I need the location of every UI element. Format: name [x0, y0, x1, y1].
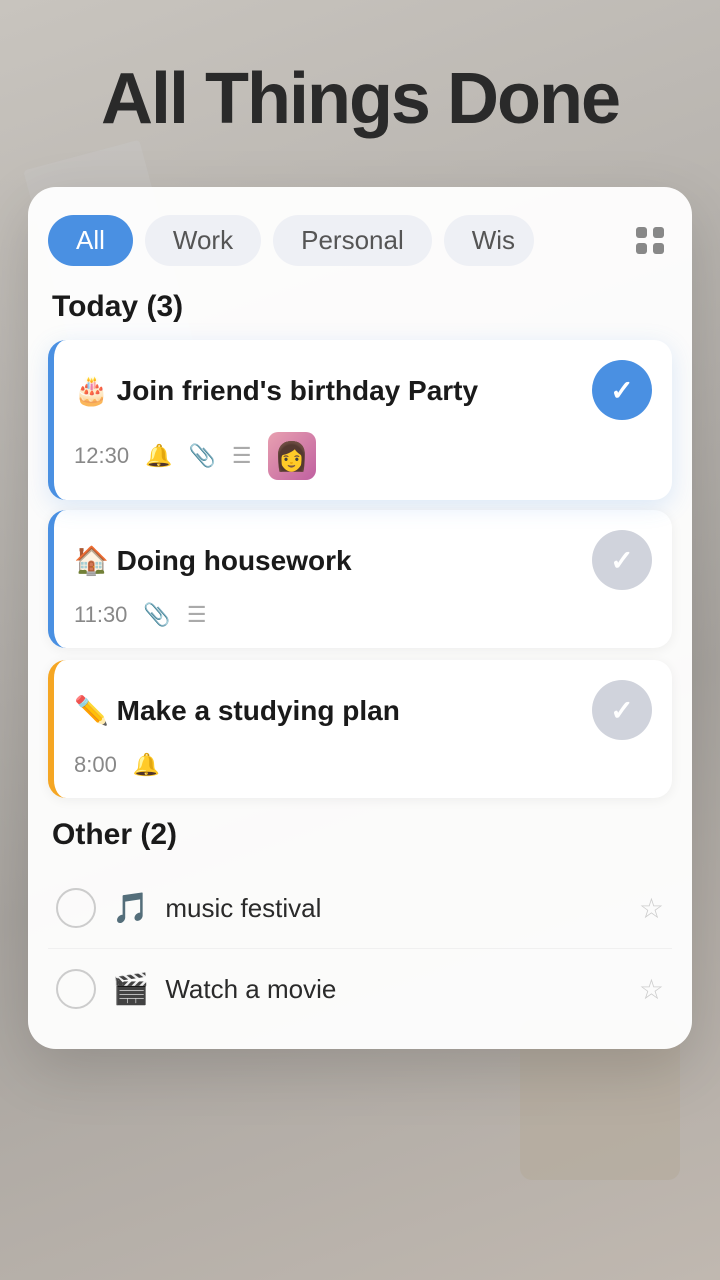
- task-emoji: 🎬: [112, 972, 149, 1007]
- task-time: 11:30: [74, 602, 127, 628]
- task-title: 🎂 Join friend's birthday Party: [74, 374, 576, 407]
- task-title-row: ✏️ Make a studying plan ✓: [74, 680, 652, 740]
- task-circle-check[interactable]: [56, 969, 96, 1009]
- bell-icon: 🔔: [133, 752, 160, 778]
- task-emoji: 🎵: [112, 891, 149, 926]
- task-title: Watch a movie: [165, 974, 623, 1005]
- task-complete-button[interactable]: ✓: [592, 360, 652, 420]
- list-icon: ☰: [187, 602, 207, 628]
- task-emoji: 🏠: [74, 545, 109, 576]
- other-section-header: Other (2): [48, 818, 672, 852]
- star-button[interactable]: ☆: [639, 892, 664, 925]
- grid-view-button[interactable]: [628, 219, 672, 263]
- grid-dot: [653, 227, 664, 238]
- tab-work[interactable]: Work: [145, 215, 261, 266]
- task-item: ✏️ Make a studying plan ✓ 8:00 🔔: [48, 660, 672, 798]
- other-task-item: 🎬 Watch a movie ☆: [48, 949, 672, 1029]
- task-circle-check[interactable]: [56, 888, 96, 928]
- task-title-row: 🏠 Doing housework ✓: [74, 530, 652, 590]
- grid-dot: [636, 243, 647, 254]
- task-meta: 12:30 🔔 📎 ☰ 👩: [74, 432, 652, 480]
- filter-tabs: All Work Personal Wis: [48, 215, 672, 266]
- task-title: ✏️ Make a studying plan: [74, 694, 576, 727]
- task-meta: 11:30 📎 ☰: [74, 602, 652, 628]
- other-section: Other (2) 🎵 music festival ☆ 🎬 Watch a m…: [48, 818, 672, 1029]
- star-button[interactable]: ☆: [639, 973, 664, 1006]
- attachment-icon: 📎: [143, 602, 170, 628]
- bell-icon: 🔔: [145, 443, 172, 469]
- task-thumbnail[interactable]: 👩: [268, 432, 316, 480]
- app-title: All Things Done: [0, 0, 720, 139]
- task-complete-button[interactable]: ✓: [592, 530, 652, 590]
- tab-personal[interactable]: Personal: [273, 215, 432, 266]
- task-title: music festival: [165, 893, 623, 924]
- task-title-row: 🎂 Join friend's birthday Party ✓: [74, 360, 652, 420]
- attachment-icon: 📎: [188, 443, 215, 469]
- task-item: 🎂 Join friend's birthday Party ✓ 12:30 🔔…: [48, 340, 672, 500]
- task-item: 🏠 Doing housework ✓ 11:30 📎 ☰: [48, 510, 672, 648]
- task-time: 8:00: [74, 752, 117, 778]
- main-card: All Work Personal Wis Today (3) 🎂 Join f…: [28, 187, 692, 1049]
- task-emoji: 🎂: [74, 375, 109, 406]
- today-section-header: Today (3): [48, 290, 672, 324]
- grid-dot: [636, 227, 647, 238]
- check-icon: ✓: [610, 694, 633, 727]
- tab-wish[interactable]: Wis: [444, 215, 534, 266]
- task-emoji: ✏️: [74, 695, 109, 726]
- task-complete-button[interactable]: ✓: [592, 680, 652, 740]
- tab-all[interactable]: All: [48, 215, 133, 266]
- task-title: 🏠 Doing housework: [74, 544, 576, 577]
- task-time: 12:30: [74, 443, 129, 469]
- grid-dots-icon: [636, 227, 664, 255]
- other-task-item: 🎵 music festival ☆: [48, 868, 672, 949]
- check-icon: ✓: [610, 544, 633, 577]
- list-icon: ☰: [232, 443, 252, 469]
- task-meta: 8:00 🔔: [74, 752, 652, 778]
- grid-dot: [653, 243, 664, 254]
- check-icon: ✓: [610, 374, 633, 407]
